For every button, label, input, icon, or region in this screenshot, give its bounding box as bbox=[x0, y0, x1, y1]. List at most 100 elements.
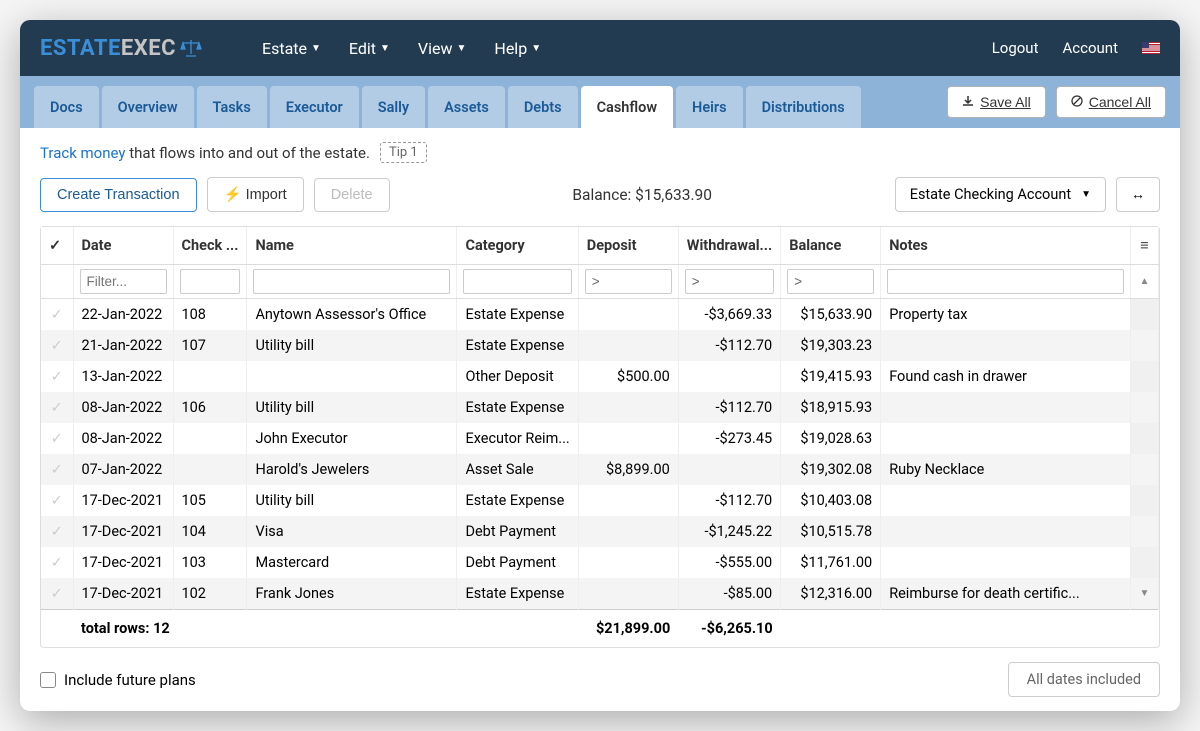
header-deposit[interactable]: Deposit bbox=[578, 227, 678, 265]
filter-notes[interactable] bbox=[887, 269, 1124, 294]
scrollbar-track[interactable] bbox=[1131, 361, 1159, 392]
table-menu-button[interactable]: ≡ bbox=[1131, 227, 1159, 265]
swap-button[interactable]: ↔ bbox=[1116, 177, 1160, 212]
cell-balance: $10,515.78 bbox=[781, 516, 881, 547]
cell-date: 17-Dec-2021 bbox=[73, 547, 173, 578]
tab-debts[interactable]: Debts bbox=[508, 86, 578, 128]
scrollbar-track[interactable] bbox=[1131, 454, 1159, 485]
table-row[interactable]: ✓17-Dec-2021105Utility billEstate Expens… bbox=[41, 485, 1159, 516]
scrollbar-track[interactable] bbox=[1131, 485, 1159, 516]
nav-item-edit[interactable]: Edit▼ bbox=[349, 39, 390, 58]
scrollbar-track[interactable] bbox=[1131, 330, 1159, 361]
nav-item-estate[interactable]: Estate▼ bbox=[262, 39, 321, 58]
balance-value: $15,633.90 bbox=[635, 186, 712, 204]
cell-withdrawal: -$112.70 bbox=[678, 485, 780, 516]
table-row[interactable]: ✓17-Dec-2021102Frank JonesEstate Expense… bbox=[41, 578, 1159, 610]
table-row[interactable]: ✓17-Dec-2021104VisaDebt Payment-$1,245.2… bbox=[41, 516, 1159, 547]
nav-item-view[interactable]: View▼ bbox=[418, 39, 467, 58]
tab-overview[interactable]: Overview bbox=[102, 86, 194, 128]
cell-withdrawal: -$273.45 bbox=[678, 423, 780, 454]
table-row[interactable]: ✓13-Jan-2022Other Deposit$500.00$19,415.… bbox=[41, 361, 1159, 392]
tab-heirs[interactable]: Heirs bbox=[676, 86, 743, 128]
account-select[interactable]: Estate Checking Account ▼ bbox=[895, 177, 1106, 212]
header-category[interactable]: Category bbox=[457, 227, 578, 265]
filter-withdrawal[interactable] bbox=[685, 269, 774, 294]
import-button[interactable]: ⚡ Import bbox=[207, 177, 304, 212]
include-future-checkbox[interactable]: Include future plans bbox=[40, 671, 196, 689]
row-check[interactable]: ✓ bbox=[41, 330, 73, 361]
logo[interactable]: ESTATEEXEC bbox=[40, 36, 202, 61]
cell-balance: $10,403.08 bbox=[781, 485, 881, 516]
table-row[interactable]: ✓21-Jan-2022107Utility billEstate Expens… bbox=[41, 330, 1159, 361]
table-row[interactable]: ✓08-Jan-2022John ExecutorExecutor Reim..… bbox=[41, 423, 1159, 454]
header-withdrawal[interactable]: Withdrawal... bbox=[678, 227, 780, 265]
row-check[interactable]: ✓ bbox=[41, 454, 73, 485]
flag-icon[interactable] bbox=[1142, 42, 1160, 54]
balance-display: Balance: $15,633.90 bbox=[572, 186, 712, 204]
logo-text-exec: EXEC bbox=[121, 36, 176, 61]
tab-docs[interactable]: Docs bbox=[34, 86, 99, 128]
header-checkno[interactable]: Check ... bbox=[173, 227, 247, 265]
row-check[interactable]: ✓ bbox=[41, 578, 73, 610]
row-check[interactable]: ✓ bbox=[41, 299, 73, 331]
scrollbar-down[interactable]: ▼ bbox=[1131, 578, 1159, 610]
tab-cashflow[interactable]: Cashflow bbox=[581, 86, 673, 128]
filter-name[interactable] bbox=[253, 269, 450, 294]
scrollbar-track[interactable] bbox=[1131, 547, 1159, 578]
cell-checkno: 105 bbox=[173, 485, 247, 516]
tab-sally[interactable]: Sally bbox=[362, 86, 425, 128]
filter-date[interactable] bbox=[80, 269, 167, 294]
header-select[interactable]: ✓ bbox=[41, 227, 73, 265]
header-notes[interactable]: Notes bbox=[881, 227, 1131, 265]
filter-balance[interactable] bbox=[787, 269, 874, 294]
row-check[interactable]: ✓ bbox=[41, 547, 73, 578]
scrollbar-track[interactable] bbox=[1131, 392, 1159, 423]
table-row[interactable]: ✓08-Jan-2022106Utility billEstate Expens… bbox=[41, 392, 1159, 423]
row-check[interactable]: ✓ bbox=[41, 361, 73, 392]
tab-distributions[interactable]: Distributions bbox=[746, 86, 861, 128]
cell-name bbox=[247, 361, 457, 392]
scrollbar-up[interactable]: ▲ bbox=[1131, 265, 1159, 299]
delete-button[interactable]: Delete bbox=[314, 178, 390, 212]
intro-row: Track money that flows into and out of t… bbox=[40, 142, 1160, 163]
nav-item-help[interactable]: Help▼ bbox=[494, 39, 541, 58]
cell-balance: $19,415.93 bbox=[781, 361, 881, 392]
save-all-button[interactable]: Save All bbox=[947, 86, 1046, 118]
chevron-down-icon: ▼ bbox=[311, 43, 321, 54]
tab-assets[interactable]: Assets bbox=[428, 86, 505, 128]
cell-category: Estate Expense bbox=[457, 392, 578, 423]
scrollbar-track[interactable] bbox=[1131, 299, 1159, 331]
cell-name: Visa bbox=[247, 516, 457, 547]
download-icon bbox=[962, 94, 974, 110]
dates-filter-button[interactable]: All dates included bbox=[1008, 662, 1160, 697]
header-name[interactable]: Name bbox=[247, 227, 457, 265]
create-transaction-button[interactable]: Create Transaction bbox=[40, 178, 197, 212]
row-check[interactable]: ✓ bbox=[41, 485, 73, 516]
scrollbar-track[interactable] bbox=[1131, 423, 1159, 454]
cell-name: Harold's Jewelers bbox=[247, 454, 457, 485]
cell-date: 17-Dec-2021 bbox=[73, 516, 173, 547]
filter-checkno[interactable] bbox=[180, 269, 241, 294]
row-check[interactable]: ✓ bbox=[41, 516, 73, 547]
account-link[interactable]: Account bbox=[1062, 39, 1118, 57]
table-row[interactable]: ✓07-Jan-2022Harold's JewelersAsset Sale$… bbox=[41, 454, 1159, 485]
cell-category: Asset Sale bbox=[457, 454, 578, 485]
row-check[interactable]: ✓ bbox=[41, 392, 73, 423]
cell-date: 21-Jan-2022 bbox=[73, 330, 173, 361]
row-check[interactable]: ✓ bbox=[41, 423, 73, 454]
tab-executor[interactable]: Executor bbox=[270, 86, 359, 128]
tab-tasks[interactable]: Tasks bbox=[197, 86, 267, 128]
track-money-link[interactable]: Track money bbox=[40, 144, 125, 162]
scrollbar-track[interactable] bbox=[1131, 516, 1159, 547]
filter-category[interactable] bbox=[463, 269, 571, 294]
filter-deposit[interactable] bbox=[585, 269, 672, 294]
logout-link[interactable]: Logout bbox=[992, 39, 1039, 57]
cancel-all-button[interactable]: Cancel All bbox=[1056, 86, 1166, 118]
header-balance[interactable]: Balance bbox=[781, 227, 881, 265]
table-row[interactable]: ✓22-Jan-2022108Anytown Assessor's Office… bbox=[41, 299, 1159, 331]
header-date[interactable]: Date bbox=[73, 227, 173, 265]
tip-button[interactable]: Tip 1 bbox=[380, 142, 427, 163]
table-row[interactable]: ✓17-Dec-2021103MastercardDebt Payment-$5… bbox=[41, 547, 1159, 578]
nav-label: Help bbox=[494, 39, 527, 58]
cell-checkno: 106 bbox=[173, 392, 247, 423]
